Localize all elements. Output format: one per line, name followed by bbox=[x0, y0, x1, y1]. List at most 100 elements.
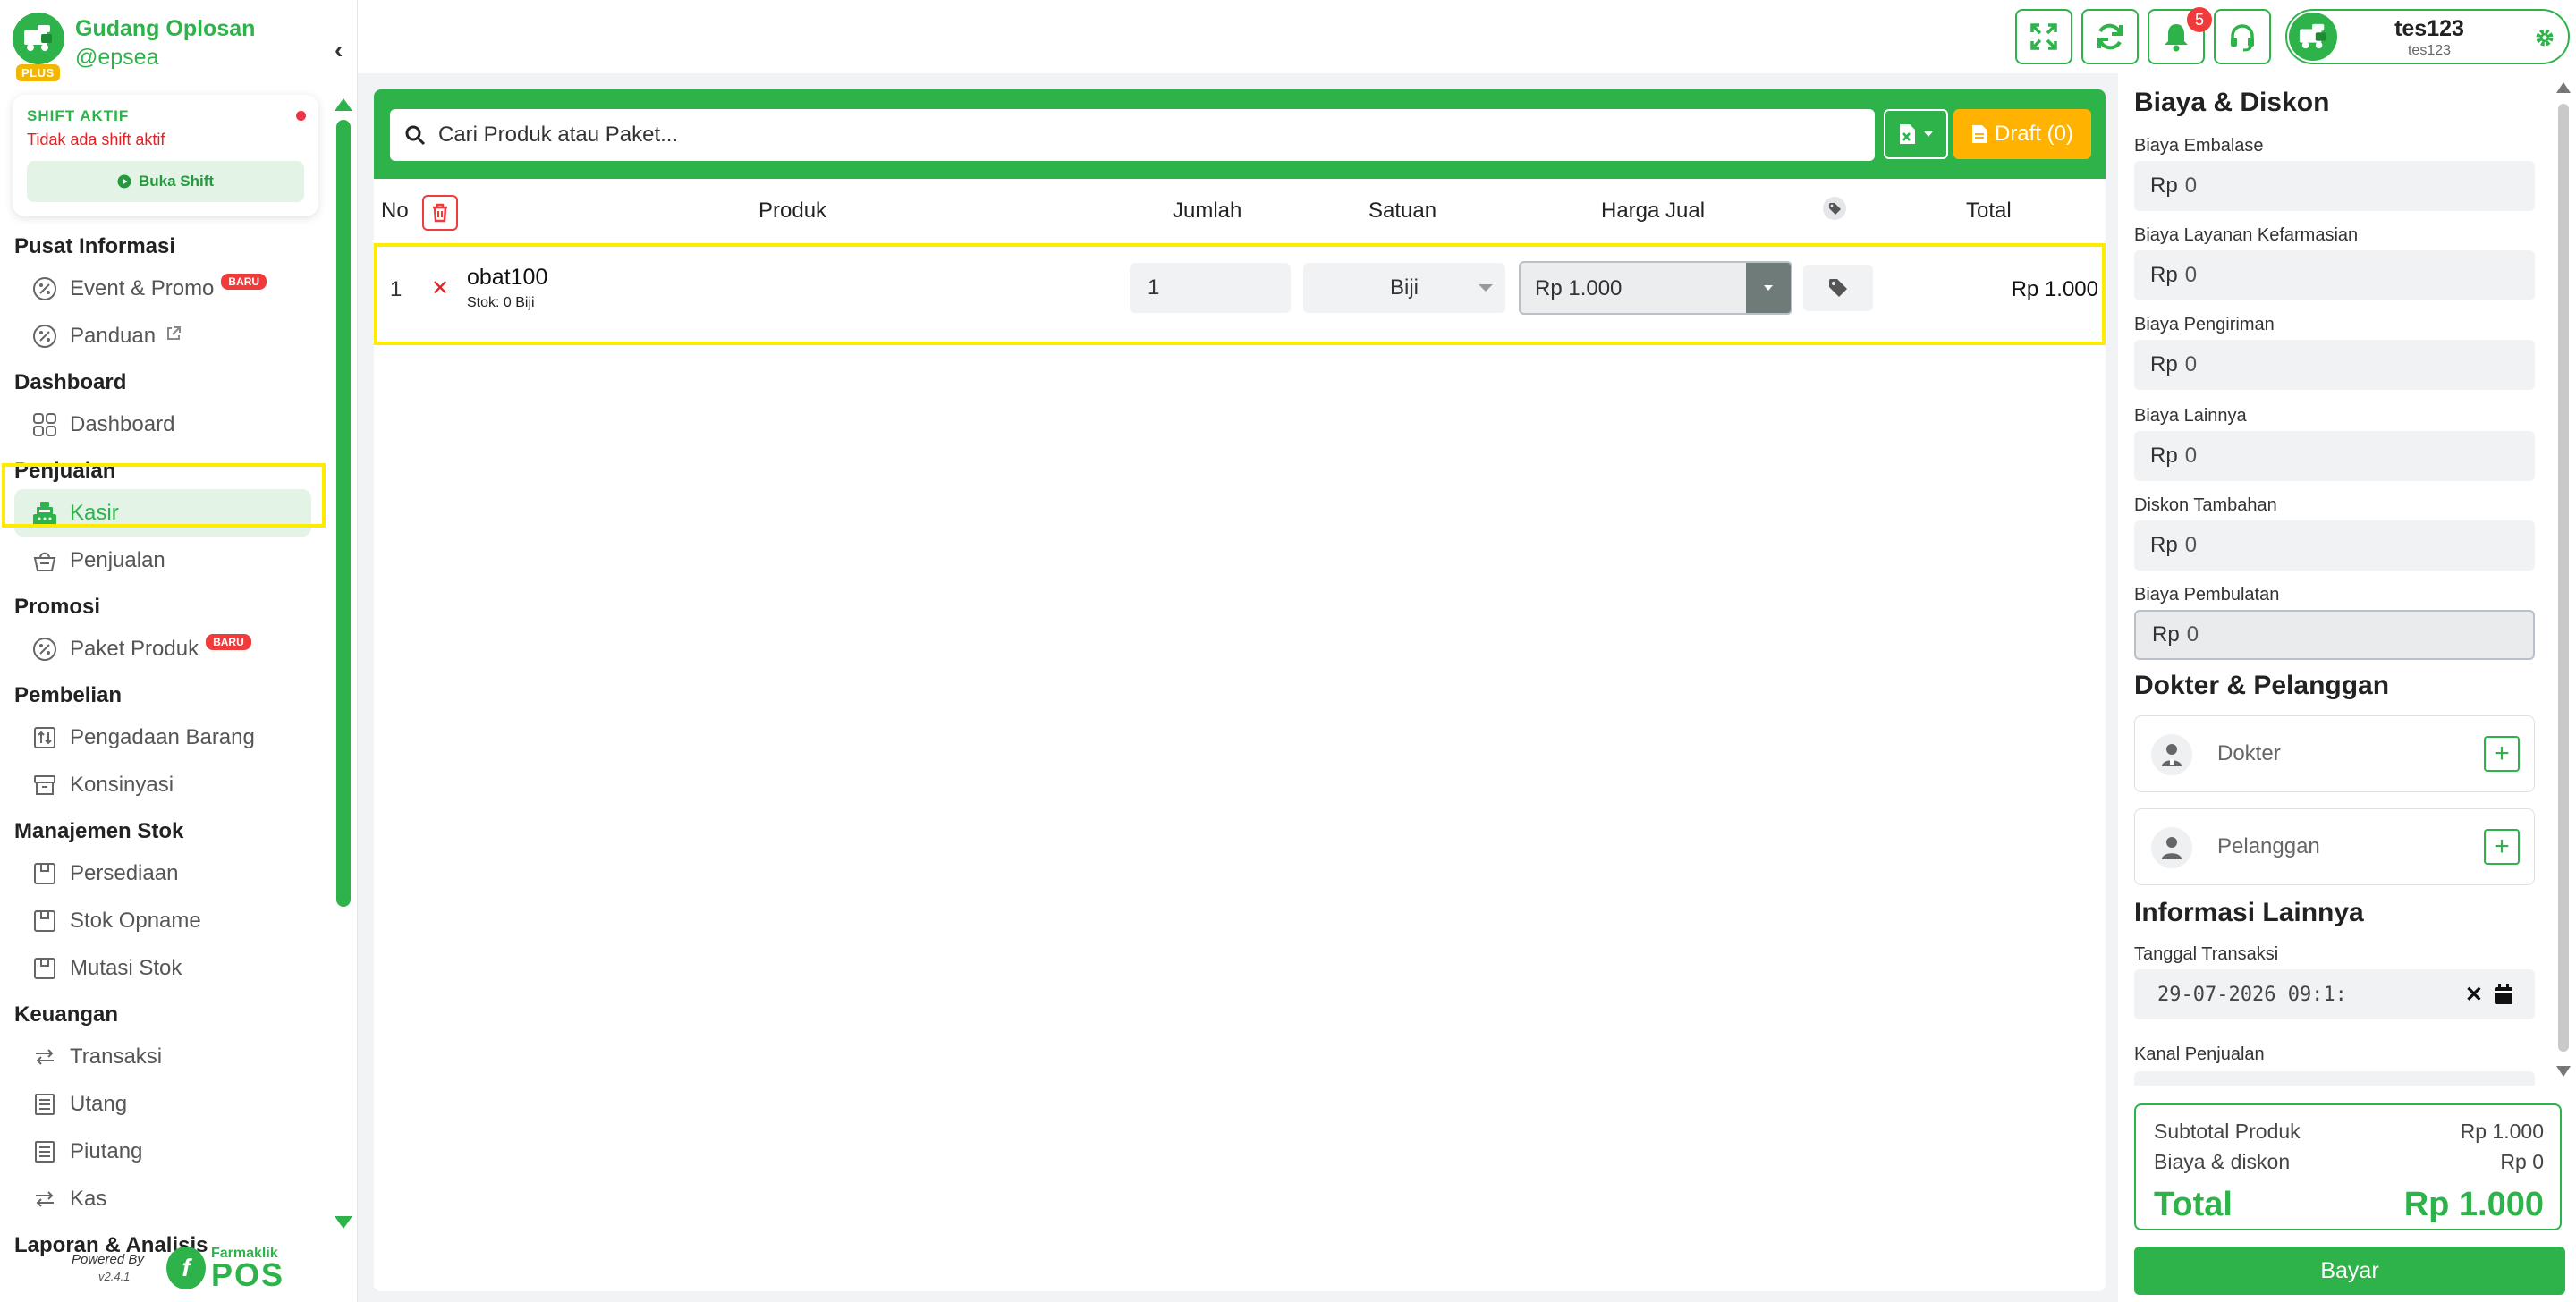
app-version: v2.4.1 bbox=[98, 1270, 131, 1283]
scroll-down-icon[interactable] bbox=[335, 1216, 352, 1229]
scroll-up-icon[interactable] bbox=[2556, 82, 2571, 93]
unit-select[interactable]: Biji bbox=[1303, 263, 1505, 313]
sidebar-item-mutasi-stok[interactable]: Mutasi Stok bbox=[0, 944, 331, 992]
user-menu[interactable]: tes123 tes123 bbox=[2285, 9, 2570, 64]
gear-icon[interactable] bbox=[2534, 27, 2555, 53]
tag-icon bbox=[1829, 279, 1847, 297]
sidebar-item-label: Paket Produk bbox=[70, 636, 199, 661]
field-value: 0 bbox=[2186, 622, 2199, 647]
field-value: 0 bbox=[2184, 533, 2198, 557]
sidebar-item-utang[interactable]: Utang bbox=[0, 1080, 331, 1128]
pelanggan-label: Pelanggan bbox=[2217, 834, 2320, 858]
field-value: 0 bbox=[2184, 263, 2198, 287]
diskon-tambahan-input[interactable]: Rp 0 bbox=[2134, 520, 2535, 571]
draft-button[interactable]: Draft (0) bbox=[1953, 109, 2091, 159]
sidebar-item-penjualan[interactable]: Penjualan bbox=[0, 537, 331, 584]
sidebar-item-label: Event & Promo bbox=[70, 275, 215, 300]
sidebar-item-kas[interactable]: Kas bbox=[0, 1175, 331, 1222]
kanal-select[interactable] bbox=[2134, 1071, 2535, 1086]
dokter-card[interactable]: Dokter + bbox=[2134, 715, 2535, 792]
biaya-embalase-input[interactable]: Rp 0 bbox=[2134, 161, 2535, 211]
open-shift-button[interactable]: Buka Shift bbox=[27, 161, 304, 202]
price-dropdown-button[interactable] bbox=[1746, 263, 1791, 313]
import-excel-button[interactable] bbox=[1884, 109, 1948, 159]
clear-cart-button[interactable] bbox=[422, 195, 458, 231]
ledger-icon bbox=[30, 1090, 59, 1119]
collapse-sidebar-icon[interactable]: ‹ bbox=[335, 36, 343, 64]
pay-button[interactable]: Bayar bbox=[2134, 1247, 2565, 1295]
subtotal-value: Rp 1.000 bbox=[2460, 1120, 2544, 1143]
shift-status-dot bbox=[296, 111, 306, 121]
sidebar-item-label: Stok Opname bbox=[70, 908, 201, 933]
chevron-down-icon bbox=[1764, 285, 1773, 291]
sidebar-item-event-promo[interactable]: Event & Promo BARU bbox=[0, 265, 331, 312]
sidebar-item-piutang[interactable]: Piutang bbox=[0, 1128, 331, 1175]
discount-tag-button[interactable] bbox=[1803, 265, 1873, 311]
percent-icon bbox=[30, 275, 59, 303]
chevron-down-icon bbox=[1479, 284, 1493, 292]
currency-prefix: Rp bbox=[2150, 263, 2178, 287]
support-button[interactable] bbox=[2214, 9, 2271, 64]
sidebar-item-persediaan[interactable]: Persediaan bbox=[0, 850, 331, 897]
scroll-down-icon[interactable] bbox=[2556, 1066, 2571, 1077]
sidebar-item-label: Dashboard bbox=[70, 411, 175, 436]
scrollbar-thumb[interactable] bbox=[336, 120, 351, 907]
remove-item-icon[interactable]: ✕ bbox=[431, 275, 449, 301]
bell-icon bbox=[2165, 24, 2188, 52]
sidebar-item-label: Konsinyasi bbox=[70, 772, 174, 797]
add-dokter-button[interactable]: + bbox=[2484, 736, 2520, 772]
currency-prefix: Rp bbox=[2152, 622, 2180, 647]
nav-section-dashboard: Dashboard bbox=[14, 370, 127, 394]
dokter-pelanggan-title: Dokter & Pelanggan bbox=[2134, 671, 2390, 700]
plus-badge: PLUS bbox=[16, 64, 60, 81]
price-select[interactable]: Rp 1.000 bbox=[1519, 261, 1792, 315]
sidebar-item-label: Persediaan bbox=[70, 860, 179, 885]
biaya-lainnya-input[interactable]: Rp 0 bbox=[2134, 431, 2535, 481]
trash-icon bbox=[433, 203, 447, 223]
percent-icon bbox=[30, 322, 59, 351]
sidebar-item-panduan[interactable]: Panduan bbox=[0, 312, 331, 359]
expand-icon bbox=[2030, 23, 2057, 50]
archive-icon bbox=[30, 771, 59, 799]
product-search-input[interactable]: Cari Produk atau Paket... bbox=[390, 109, 1875, 161]
sidebar-item-stok-opname[interactable]: Stok Opname bbox=[0, 897, 331, 944]
sidebar-item-pengadaan-barang[interactable]: Pengadaan Barang bbox=[0, 714, 331, 761]
new-badge: BARU bbox=[221, 273, 267, 290]
sidebar-item-paket-produk[interactable]: Paket Produk BARU bbox=[0, 625, 331, 672]
sidebar-item-label: Kas bbox=[70, 1186, 107, 1211]
column-total: Total bbox=[1966, 199, 2012, 223]
draft-label: Draft (0) bbox=[1994, 122, 2073, 146]
quantity-input[interactable]: 1 bbox=[1130, 263, 1291, 313]
sidebar-item-transaksi[interactable]: Transaksi bbox=[0, 1033, 331, 1080]
unit-value: Biji bbox=[1389, 275, 1419, 300]
add-pelanggan-button[interactable]: + bbox=[2484, 829, 2520, 865]
sidebar-item-label: Penjualan bbox=[70, 547, 165, 572]
tanggal-transaksi-input[interactable]: 29-07-2026 09:1: ✕ bbox=[2134, 969, 2535, 1019]
sidebar-scrollbar[interactable] bbox=[335, 98, 352, 1229]
calendar-icon[interactable] bbox=[2494, 984, 2513, 1010]
biaya-pengiriman-input[interactable]: Rp 0 bbox=[2134, 340, 2535, 390]
fullscreen-button[interactable] bbox=[2015, 9, 2072, 64]
clear-date-icon[interactable]: ✕ bbox=[2465, 982, 2483, 1008]
box-icon bbox=[30, 954, 59, 983]
notification-button[interactable]: 5 bbox=[2148, 7, 2212, 64]
scroll-up-icon[interactable] bbox=[335, 98, 352, 111]
search-bar: Cari Produk atau Paket... Draft (0) bbox=[374, 89, 2106, 179]
field-label: Biaya Lainnya bbox=[2134, 406, 2247, 426]
new-badge: BARU bbox=[206, 633, 251, 650]
currency-prefix: Rp bbox=[2150, 444, 2178, 468]
subtotal-row: Subtotal Produk Rp 1.000 bbox=[2154, 1120, 2544, 1144]
scrollbar-thumb[interactable] bbox=[2558, 104, 2569, 1052]
farmaklik-logo-icon: f bbox=[166, 1247, 206, 1289]
biaya-layanan-input[interactable]: Rp 0 bbox=[2134, 250, 2535, 300]
pelanggan-card[interactable]: Pelanggan + bbox=[2134, 808, 2535, 885]
sidebar-item-konsinyasi[interactable]: Konsinyasi bbox=[0, 761, 331, 808]
sidebar-item-kasir[interactable]: Kasir bbox=[14, 489, 311, 537]
checkout-scrollbar[interactable] bbox=[2555, 82, 2572, 1084]
refresh-button[interactable] bbox=[2081, 9, 2139, 64]
farmaklik-pos-logo: f Farmaklik POS bbox=[166, 1247, 284, 1291]
sidebar-item-dashboard[interactable]: Dashboard bbox=[0, 401, 331, 448]
informasi-lainnya-title: Informasi Lainnya bbox=[2134, 898, 2364, 927]
field-label: Biaya Pengiriman bbox=[2134, 315, 2275, 334]
brand: PLUS Gudang Oplosan @epsea ‹ bbox=[13, 13, 352, 82]
